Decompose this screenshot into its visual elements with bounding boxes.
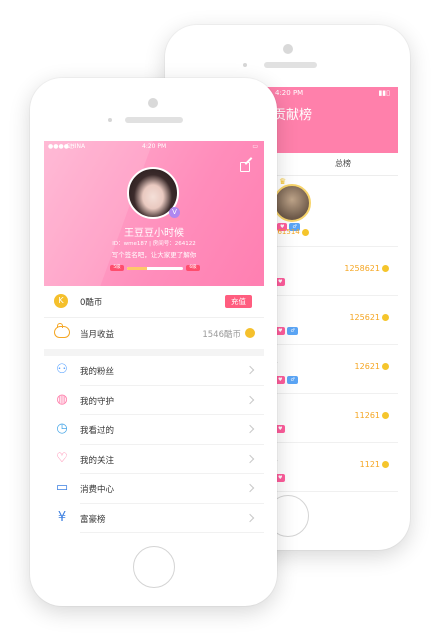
coin-icon [382,412,389,419]
ranking-tabs: 总榜 [265,153,398,176]
next-level-badge: 6级 [186,265,200,271]
contribution-value: 11261 [355,411,389,420]
profile-header: ●●●●○ CHINA 4:20 PM ▭ V 王豆豆小时候 ID：wme187… [44,141,264,286]
section-divider [44,349,264,356]
sensor-dot [243,63,247,67]
list-item[interactable]: ♥ ♂ 125621 [265,296,398,345]
fans-icon: ⚇ [56,362,68,377]
menu-item-guard[interactable]: ◍ 我的守护 [44,386,264,416]
menu-item-following[interactable]: ♡ 我的关注 [44,445,264,475]
signature[interactable]: 写个签名吧，让大家更了解你 [44,249,264,259]
list-item[interactable]: … ♥♂ 12621 [265,345,398,394]
menu-item-label: 我看过的 [80,426,115,436]
verified-badge: V [169,207,180,218]
status-bar: ●●●●○ CHINA 4:20 PM ▭ [48,143,258,150]
menu-item-rich-list[interactable]: ¥ 富豪榜 [44,504,264,534]
chevron-right-icon [245,365,255,375]
user-tags: ♥ ♂ [275,369,300,388]
sensor-dot [108,118,112,122]
battery-icon: ▭ [252,143,258,150]
list-item[interactable]: ♥ 1258621 [265,247,398,296]
menu-item-label: 富豪榜 [80,514,106,525]
history-icon: ◷ [56,421,68,436]
wallet-icon: ▭ [55,480,69,495]
ranking-header: 4:20 PM ▮▮▯ 贡献榜 [265,87,398,153]
coin-icon [382,461,389,468]
coin-icon [301,228,309,236]
menu-item-label: 消费中心 [80,485,115,495]
coin-icon [245,328,255,338]
username: 王豆豆小时候 [124,228,184,239]
list-item[interactable]: … ♥ 1121 [265,443,398,492]
menu-item-label: 我的关注 [80,455,115,466]
phone-front: ●●●●○ CHINA 4:20 PM ▭ V 王豆豆小时候 ID：wme187… [30,78,277,606]
chevron-right-icon [245,395,255,404]
user-ids: ID：wme187 | 房间号：264122 [112,241,196,247]
coin-icon [382,314,389,321]
menu-item-history[interactable]: ◷ 我看过的 [44,415,264,445]
edit-icon[interactable] [240,162,250,172]
contribution-value: 1258621 [344,264,389,273]
contribution-value: 1121 [360,460,389,469]
piggy-bank-icon [54,323,70,338]
status-time: 4:20 PM [142,143,167,150]
speaker-grille [264,62,317,68]
income-row[interactable]: 当月收益 1546酷币 [44,318,264,349]
level-progress: 5级 6级 [110,265,200,272]
tab-total[interactable]: 总榜 [335,158,351,169]
chevron-right-icon [245,513,255,522]
battery-icon: ▮▮▯ [378,89,390,97]
status-time: 4:20 PM [275,89,304,97]
list-item[interactable]: ♥ 11261 [265,394,398,443]
heart-icon: ♡ [56,450,68,466]
money-bag-icon: ¥ [57,509,67,525]
balance-label: 0酷币 [80,298,103,308]
recharge-button[interactable]: 充值 [225,295,252,308]
top-user-id: 061514 [273,228,309,236]
coin-icon: K [54,294,68,308]
profile-screen: ●●●●○ CHINA 4:20 PM ▭ V 王豆豆小时候 ID：wme187… [44,141,264,535]
menu-item-fans[interactable]: ⚇ 我的粉丝 [44,356,264,386]
income-label: 当月收益 [80,330,115,340]
chevron-right-icon [245,483,255,493]
level-track [127,266,183,270]
ranking-screen: 4:20 PM ▮▮▯ 贡献榜 总榜 ♛ 子 ♥♂ 061514 ♥ 12586… [265,87,398,507]
menu-item-consumption[interactable]: ▭ 消费中心 [44,474,264,504]
front-camera [148,98,158,108]
front-camera [283,44,293,54]
top-contributor[interactable]: ♛ 子 ♥♂ 061514 [265,176,398,247]
current-level-badge: 5级 [110,265,124,271]
menu-item-label: 我的粉丝 [80,367,115,377]
coin-icon [382,265,389,272]
user-tags: ♥ ♂ [275,320,300,339]
balance-row[interactable]: K 0酷币 充值 [44,286,264,318]
coin-icon [382,363,389,370]
home-button[interactable] [133,546,175,588]
level-fill [127,266,147,270]
speaker-grille [125,117,183,123]
carrier-name: CHINA [66,143,86,150]
chevron-right-icon [245,454,255,463]
menu-item-label: 我的守护 [80,396,115,407]
contribution-value: 12621 [355,362,389,371]
page-title: 贡献榜 [273,108,313,123]
guard-icon: ◍ [56,391,68,407]
contribution-value: 125621 [349,313,389,322]
chevron-right-icon [245,424,255,434]
income-value: 1546酷币 [202,330,241,340]
